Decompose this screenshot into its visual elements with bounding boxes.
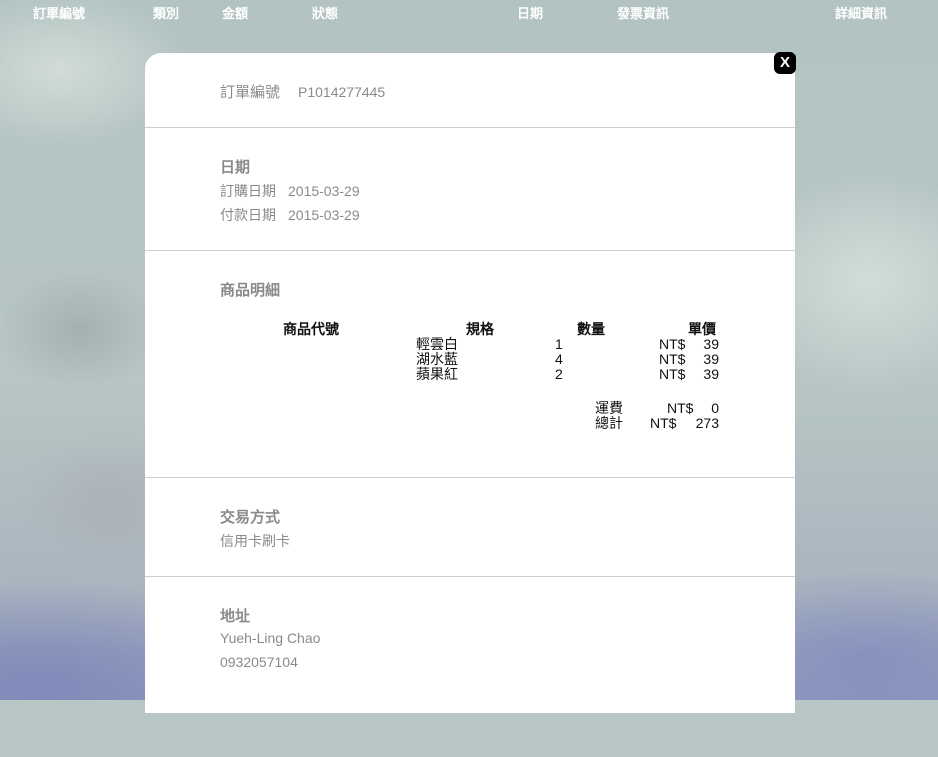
pay-date-label: 付款日期 — [220, 207, 276, 223]
table-header-bar: 訂單編號 類別 金額 狀態 日期 發票資訊 詳細資訊 — [0, 0, 938, 24]
payment-section-title: 交易方式 — [220, 509, 281, 526]
header-invoice[interactable]: 發票資訊 — [617, 3, 669, 22]
item-price: 39 — [703, 366, 719, 382]
pay-date-value: 2015-03-29 — [288, 207, 360, 223]
item-qty: 1 — [555, 336, 563, 352]
shipping-label: 運費 — [595, 400, 623, 416]
total-value: 273 — [695, 415, 719, 431]
header-details[interactable]: 詳細資訊 — [835, 3, 887, 22]
pay-date-row: 付款日期 2015-03-29 — [220, 205, 360, 225]
items-section-title: 商品明細 — [220, 282, 281, 299]
payment-section: 交易方式 信用卡刷卡 — [145, 478, 795, 577]
order-date-label: 訂購日期 — [220, 183, 276, 199]
shipping-currency: NT$ — [667, 400, 694, 416]
item-qty: 2 — [555, 366, 563, 382]
date-section: 日期 訂購日期 2015-03-29 付款日期 2015-03-29 — [145, 128, 795, 251]
payment-method: 信用卡刷卡 — [220, 533, 290, 549]
item-currency: NT$ — [659, 366, 686, 382]
items-header-spec: 規格 — [466, 321, 494, 337]
shipping-value: 0 — [711, 400, 719, 416]
order-date-row: 訂購日期 2015-03-29 — [220, 181, 360, 201]
header-order-number[interactable]: 訂單編號 — [33, 3, 85, 22]
item-spec: 輕雲白 — [416, 336, 458, 352]
order-detail-modal: 訂單編號 P1014277445 日期 訂購日期 2015-03-29 付款日期 20… — [145, 53, 795, 713]
address-name: Yueh-Ling Chao — [220, 630, 321, 646]
order-date-value: 2015-03-29 — [288, 183, 360, 199]
close-button[interactable]: X — [774, 52, 796, 74]
address-section: 地址 Yueh-Ling Chao 0932057104 — [145, 577, 795, 757]
order-number-row: 訂單編號 P1014277445 — [220, 81, 385, 102]
item-qty: 4 — [555, 351, 563, 367]
items-section: 商品明細 商品代號 規格 數量 單價 輕雲白 1 NT$ 39 湖水藍 4 NT… — [145, 251, 795, 478]
total-currency: NT$ — [650, 415, 677, 431]
order-number-label: 訂單編號 — [220, 84, 281, 101]
header-date[interactable]: 日期 — [517, 3, 543, 22]
item-currency: NT$ — [659, 351, 686, 367]
order-number-value: P1014277445 — [298, 84, 386, 100]
date-section-title: 日期 — [220, 159, 251, 176]
item-spec: 湖水藍 — [416, 351, 458, 367]
address-section-title: 地址 — [220, 608, 251, 625]
close-icon: X — [779, 54, 790, 71]
item-spec: 蘋果紅 — [416, 366, 458, 382]
header-status[interactable]: 狀態 — [312, 3, 338, 22]
header-amount[interactable]: 金額 — [222, 3, 248, 22]
order-number-section: 訂單編號 P1014277445 — [145, 53, 795, 128]
items-header-qty: 數量 — [577, 321, 605, 337]
items-header-code: 商品代號 — [283, 321, 339, 337]
header-category[interactable]: 類別 — [153, 3, 179, 22]
item-price: 39 — [703, 336, 719, 352]
address-phone: 0932057104 — [220, 654, 298, 670]
item-currency: NT$ — [659, 336, 686, 352]
total-label: 總計 — [595, 415, 623, 431]
item-price: 39 — [703, 351, 719, 367]
